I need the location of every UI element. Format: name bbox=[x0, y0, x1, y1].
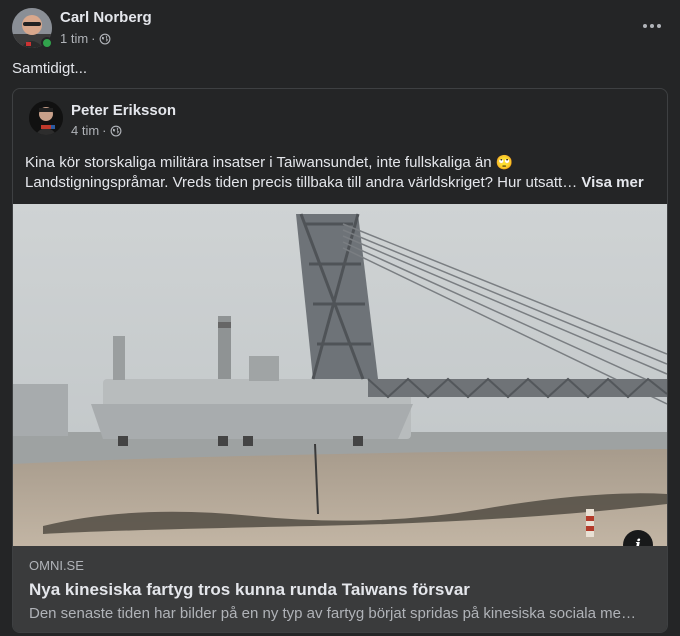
more-options-button[interactable] bbox=[638, 12, 666, 40]
post-author-name[interactable]: Carl Norberg bbox=[60, 8, 152, 28]
shared-text-line1: Kina kör storskaliga militära insatser i… bbox=[25, 154, 492, 171]
meta-separator: · bbox=[91, 31, 96, 46]
link-domain: OMNI.SE bbox=[29, 558, 84, 573]
post-meta: 1 tim · bbox=[60, 30, 152, 48]
shared-post-text: Kina kör storskaliga militära insatser i… bbox=[25, 153, 665, 193]
eye-roll-emoji: 🙄 bbox=[495, 155, 514, 171]
shared-post-header: Peter Eriksson 4 tim · bbox=[29, 101, 176, 140]
globe-icon[interactable] bbox=[110, 125, 122, 137]
shared-author-name[interactable]: Peter Eriksson bbox=[71, 101, 176, 121]
more-horizontal-icon bbox=[643, 24, 661, 28]
shared-author-avatar[interactable] bbox=[29, 101, 63, 135]
globe-icon[interactable] bbox=[99, 33, 111, 45]
post-timestamp[interactable]: 1 tim bbox=[60, 30, 88, 48]
online-status-indicator bbox=[41, 37, 53, 49]
shared-text-line2: Landstigningspråmar. Vreds tiden precis … bbox=[25, 174, 578, 191]
author-avatar[interactable] bbox=[12, 8, 53, 49]
see-more-link[interactable]: Visa mer bbox=[581, 174, 643, 191]
shared-post-card[interactable]: Peter Eriksson 4 tim · Kina kör storskal… bbox=[12, 88, 668, 633]
link-preview-image[interactable] bbox=[13, 204, 667, 546]
link-description: Den senaste tiden har bilder på en ny ty… bbox=[29, 605, 639, 622]
feed-post: Carl Norberg 1 tim · Samtidigt... Peter … bbox=[0, 0, 680, 636]
shared-post-timestamp[interactable]: 4 tim bbox=[71, 122, 99, 140]
post-text: Samtidigt... bbox=[12, 60, 88, 77]
post-header: Carl Norberg 1 tim · bbox=[12, 8, 152, 49]
shared-post-meta: 4 tim · bbox=[71, 122, 176, 140]
link-title[interactable]: Nya kinesiska fartyg tros kunna runda Ta… bbox=[29, 579, 651, 601]
shared-meta-separator: · bbox=[102, 123, 107, 138]
link-preview-footer[interactable]: OMNI.SE Nya kinesiska fartyg tros kunna … bbox=[13, 546, 667, 632]
